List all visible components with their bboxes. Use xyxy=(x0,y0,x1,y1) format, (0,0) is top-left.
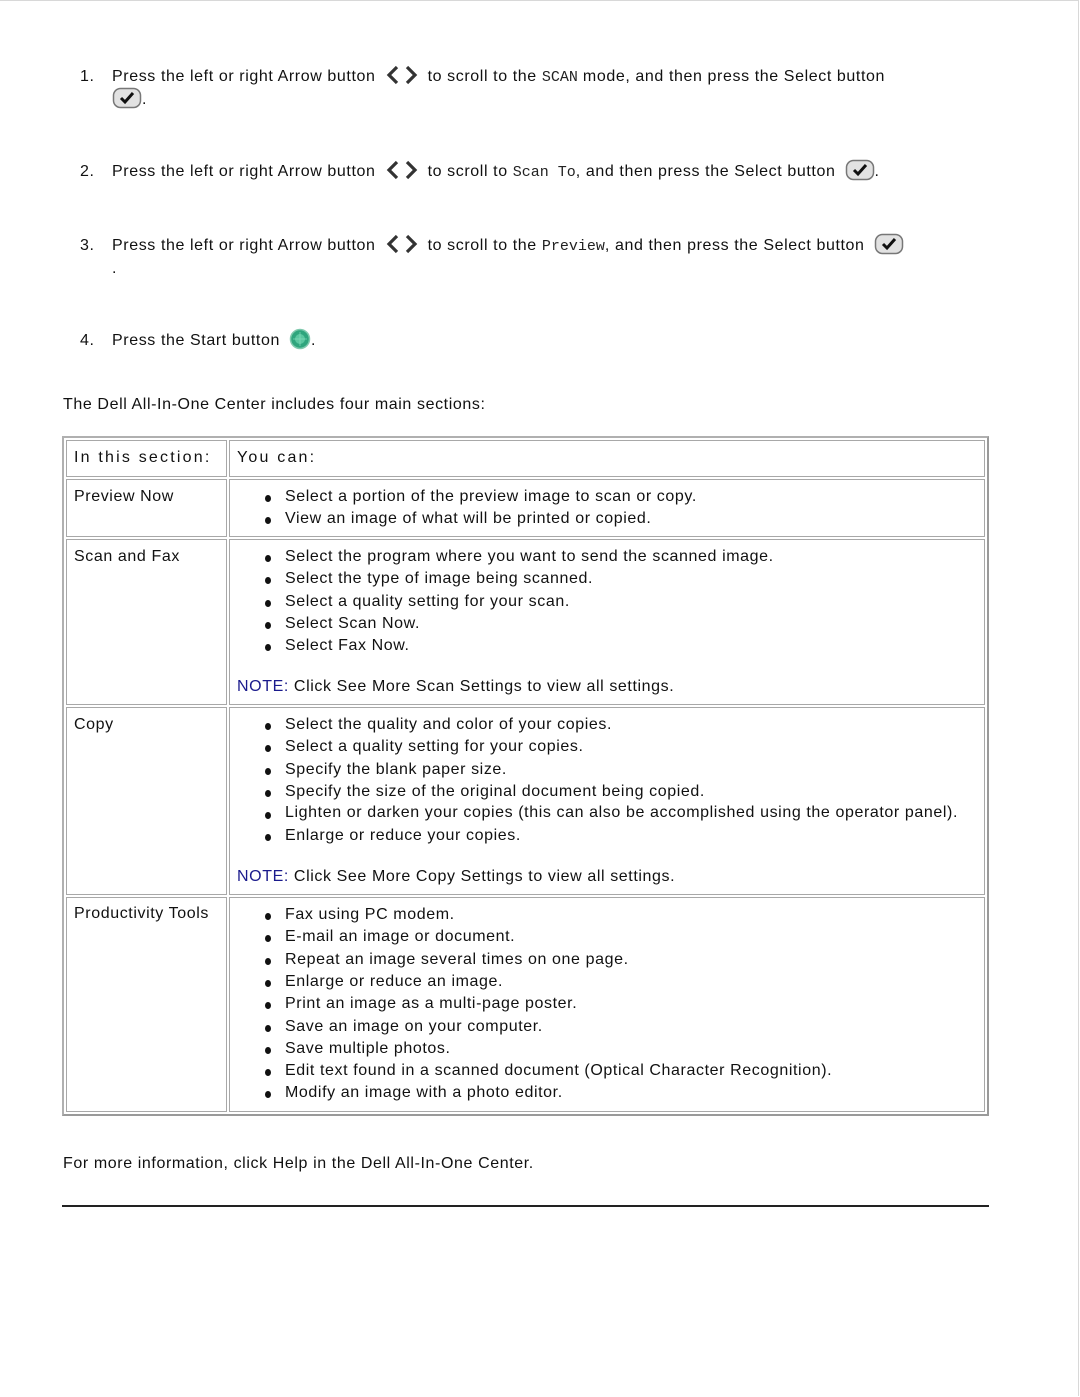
feature-list: Fax using PC modem. E-mail an image or d… xyxy=(237,904,978,1105)
step-text-c: , and then press the Select button xyxy=(575,163,836,181)
start-button-icon xyxy=(289,328,311,350)
step-text: Press the left or right Arrow button to … xyxy=(112,159,992,184)
step-number: 3. xyxy=(80,237,95,254)
list-item: Print an image as a multi-page poster. xyxy=(265,993,978,1015)
step-text-b: to scroll to the xyxy=(427,237,537,255)
list-item: Enlarge or reduce your copies. xyxy=(265,825,978,847)
list-item: Select Scan Now. xyxy=(265,613,978,635)
list-item: Edit text found in a scanned document (O… xyxy=(265,1060,978,1082)
section-name: Copy xyxy=(66,707,227,896)
step-text-end: . xyxy=(112,260,118,278)
list-item: Save an image on your computer. xyxy=(265,1016,978,1038)
list-item: Modify an image with a photo editor. xyxy=(265,1082,978,1104)
step-text-end: . xyxy=(311,332,317,350)
note: NOTE: Click See More Scan Settings to vi… xyxy=(237,676,978,699)
list-item: Lighten or darken your copies (this can … xyxy=(265,803,978,825)
section-name: Preview Now xyxy=(66,478,227,538)
list-item: Select Fax Now. xyxy=(265,635,978,657)
left-right-arrow-icon xyxy=(386,65,417,85)
section-features: Select a portion of the preview image to… xyxy=(229,478,985,538)
mode-name: Scan To xyxy=(512,164,576,182)
mode-name: Preview xyxy=(541,238,605,256)
step-text: Press the left or right Arrow button to … xyxy=(112,233,992,280)
list-item: Enlarge or reduce an image. xyxy=(265,971,978,993)
list-item: E-mail an image or document. xyxy=(265,926,978,948)
step-number: 2. xyxy=(80,163,95,180)
feature-list: Select the quality and color of your cop… xyxy=(237,714,978,847)
header-section: In this section: xyxy=(66,440,227,477)
intro-text: The Dell All-In-One Center includes four… xyxy=(63,396,486,413)
list-item: Select the type of image being scanned. xyxy=(265,568,978,590)
list-item: Select the quality and color of your cop… xyxy=(265,714,978,736)
note-text: Click See More Scan Settings to view all… xyxy=(288,677,675,695)
step-number: 4. xyxy=(80,332,95,349)
note-text: Click See More Copy Settings to view all… xyxy=(288,867,676,885)
note-label: NOTE: xyxy=(237,677,289,695)
list-item: View an image of what will be printed or… xyxy=(265,508,978,530)
step-text-end: . xyxy=(142,91,148,109)
table-row: Productivity Tools Fax using PC modem. E… xyxy=(66,897,985,1112)
note-label: NOTE: xyxy=(237,867,289,885)
left-right-arrow-icon xyxy=(386,234,417,254)
feature-list: Select a portion of the preview image to… xyxy=(237,486,978,531)
feature-list: Select the program where you want to sen… xyxy=(237,546,978,657)
step-text-c: , and then press the Select button xyxy=(604,237,865,255)
table-row: Preview Now Select a portion of the prev… xyxy=(66,478,985,538)
table-header-row: In this section: You can: xyxy=(66,440,985,477)
list-item: Select a quality setting for your copies… xyxy=(265,736,978,758)
table-row: Scan and Fax Select the program where yo… xyxy=(66,539,985,706)
section-name: Productivity Tools xyxy=(66,897,227,1112)
select-button-icon xyxy=(874,233,903,255)
list-item: Repeat an image several times on one pag… xyxy=(265,949,978,971)
footer-text: For more information, click Help in the … xyxy=(63,1155,534,1172)
step-text-end: . xyxy=(874,163,880,181)
section-features: Select the program where you want to sen… xyxy=(229,539,985,706)
list-item: Fax using PC modem. xyxy=(265,904,978,926)
horizontal-rule xyxy=(62,1205,989,1207)
left-right-arrow-icon xyxy=(386,160,417,180)
section-features: Select the quality and color of your cop… xyxy=(229,707,985,896)
list-item: Specify the size of the original documen… xyxy=(265,781,978,803)
select-button-icon xyxy=(112,87,142,109)
select-button-icon xyxy=(845,159,874,181)
step-text: Press the left or right Arrow button to … xyxy=(112,65,992,111)
mode-name: SCAN xyxy=(541,69,578,87)
step-text-a: Press the left or right Arrow button xyxy=(112,163,376,181)
section-features: Fax using PC modem. E-mail an image or d… xyxy=(229,897,985,1112)
step-text-a: Press the Start button xyxy=(112,332,280,350)
note: NOTE: Click See More Copy Settings to vi… xyxy=(237,866,978,889)
list-item: Specify the blank paper size. xyxy=(265,759,978,781)
list-item: Select a quality setting for your scan. xyxy=(265,591,978,613)
header-you-can: You can: xyxy=(229,440,985,477)
step-text-a: Press the left or right Arrow button xyxy=(112,237,376,255)
list-item: Select a portion of the preview image to… xyxy=(265,486,978,508)
step-text-a: Press the left or right Arrow button xyxy=(112,68,376,86)
step-text: Press the Start button . xyxy=(112,328,992,352)
step-number: 1. xyxy=(80,68,95,85)
sections-table: In this section: You can: Preview Now Se… xyxy=(62,436,989,1116)
step-text-b: to scroll to xyxy=(427,163,508,181)
list-item: Save multiple photos. xyxy=(265,1038,978,1060)
step-text-b: to scroll to the xyxy=(427,68,537,86)
list-item: Select the program where you want to sen… xyxy=(265,546,978,568)
step-text-c: mode, and then press the Select button xyxy=(582,68,886,86)
section-name: Scan and Fax xyxy=(66,539,227,706)
table-row: Copy Select the quality and color of you… xyxy=(66,707,985,896)
